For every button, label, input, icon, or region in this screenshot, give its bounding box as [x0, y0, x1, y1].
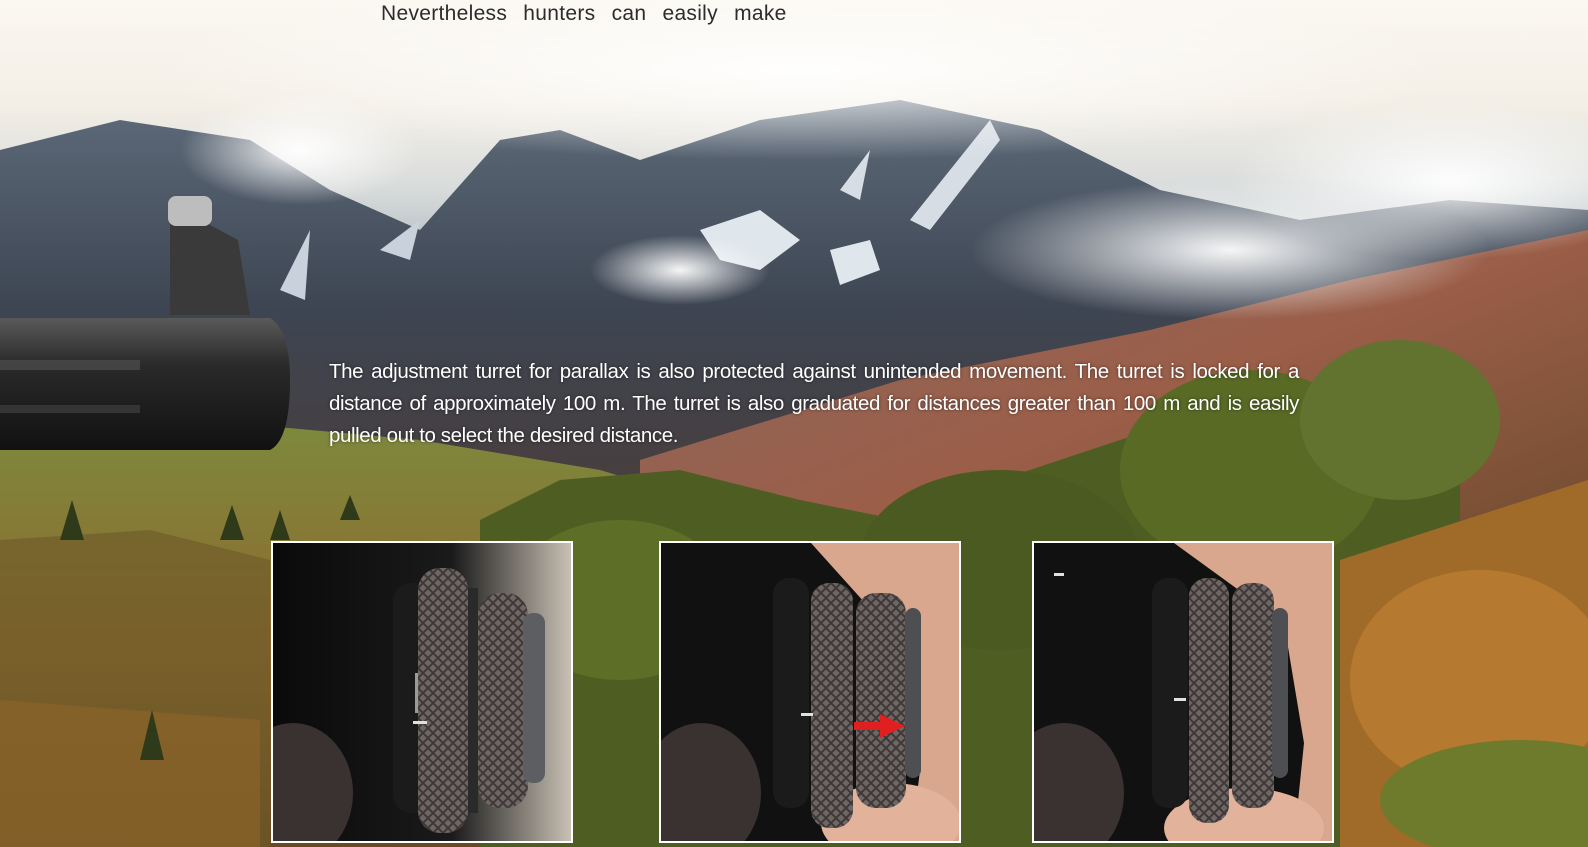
turret-photo-locked [271, 541, 573, 843]
partial-line-text: Nevertheless hunters can easily make [381, 2, 787, 25]
parallax-turret-paragraph: The adjustment turret for parallax is al… [329, 360, 1299, 447]
turret-photo-adjusting [1032, 541, 1334, 843]
turret-photo-pulled-out [659, 541, 961, 843]
